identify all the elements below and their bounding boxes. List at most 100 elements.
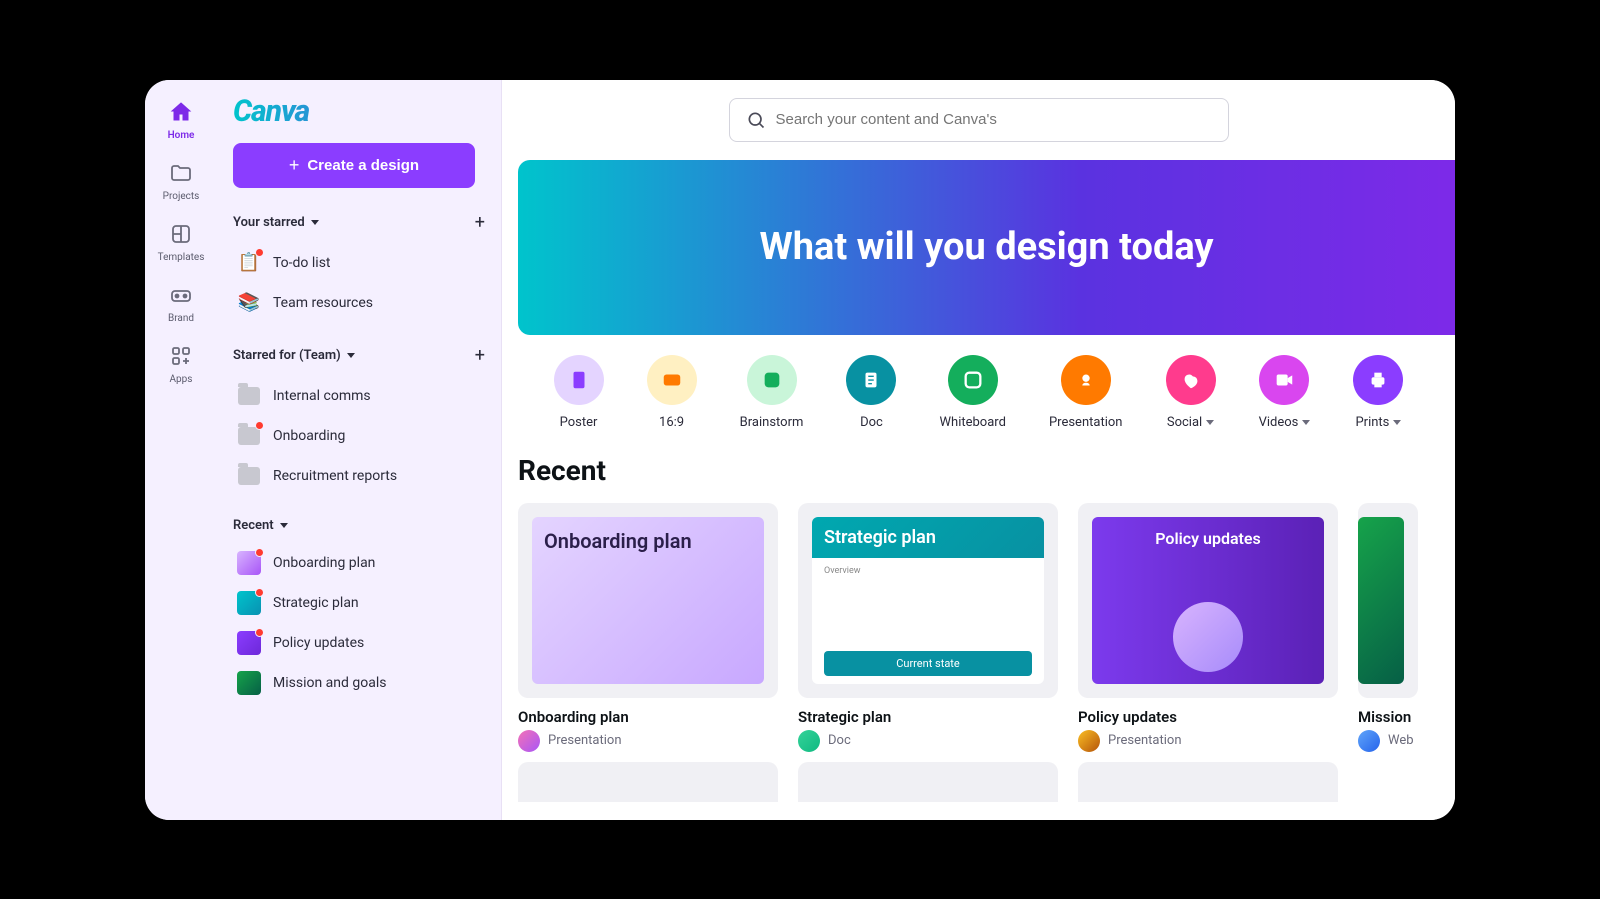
folder-recruitment[interactable]: Recruitment reports <box>233 456 485 496</box>
poster-icon <box>554 355 604 405</box>
card-onboarding-plan[interactable]: Onboarding plan Onboarding plan Presenta… <box>518 503 778 752</box>
app-frame: Home Projects Templates Brand Apps <box>145 80 1455 820</box>
create-label: Create a design <box>307 157 419 174</box>
cat-brainstorm[interactable]: Brainstorm <box>740 355 804 430</box>
search-icon <box>746 110 766 130</box>
rail-label: Apps <box>170 374 193 385</box>
card-policy-updates[interactable]: Policy updates Policy updates Presentati… <box>1078 503 1338 752</box>
card-thumb <box>1358 503 1418 698</box>
card-title: Mission <box>1358 708 1418 726</box>
cat-whiteboard[interactable]: Whiteboard <box>940 355 1006 430</box>
add-icon[interactable]: + <box>475 212 485 233</box>
cat-presentation[interactable]: Presentation <box>1049 355 1123 430</box>
card-placeholder[interactable] <box>798 762 1058 802</box>
search-input[interactable] <box>776 111 1212 128</box>
cat-label: Videos <box>1259 415 1311 430</box>
card-type: Web <box>1388 733 1414 748</box>
cat-poster[interactable]: Poster <box>554 355 604 430</box>
ratio-icon <box>647 355 697 405</box>
photo-placeholder <box>1173 602 1243 672</box>
rail-projects[interactable]: Projects <box>145 159 217 202</box>
item-label: Internal comms <box>273 388 371 404</box>
card-strategic-plan[interactable]: Strategic plan Overview Current state St… <box>798 503 1058 752</box>
recent-onboarding-plan[interactable]: Onboarding plan <box>233 543 485 583</box>
starred-item-todo[interactable]: 📋 To-do list <box>233 243 485 283</box>
books-icon: 📚 <box>237 291 261 315</box>
rail-home[interactable]: Home <box>145 98 217 141</box>
print-icon <box>1353 355 1403 405</box>
folder-icon <box>237 384 261 408</box>
layout-icon <box>167 220 195 248</box>
section-title: Your starred <box>233 215 305 230</box>
recent-strategic-plan[interactable]: Strategic plan <box>233 583 485 623</box>
cat-16-9[interactable]: 16:9 <box>647 355 697 430</box>
card-thumb: Strategic plan Overview Current state <box>798 503 1058 698</box>
video-icon <box>1259 355 1309 405</box>
chevron-down-icon <box>280 523 288 528</box>
cat-videos[interactable]: Videos <box>1259 355 1311 430</box>
next-row <box>502 752 1455 802</box>
cat-prints[interactable]: Prints <box>1353 355 1403 430</box>
section-recent[interactable]: Recent <box>233 518 485 533</box>
card-meta: Web <box>1358 730 1418 752</box>
design-thumb <box>237 671 261 695</box>
card-title: Onboarding plan <box>518 708 778 726</box>
section-starred-team[interactable]: Starred for (Team) + <box>233 345 485 366</box>
section-your-starred[interactable]: Your starred + <box>233 212 485 233</box>
folder-internal-comms[interactable]: Internal comms <box>233 376 485 416</box>
hero-text: What will you design today <box>759 225 1213 269</box>
cat-label: Whiteboard <box>940 415 1006 430</box>
card-title: Strategic plan <box>798 708 1058 726</box>
social-icon <box>1166 355 1216 405</box>
card-placeholder[interactable] <box>518 762 778 802</box>
folder-icon <box>237 424 261 448</box>
chevron-down-icon <box>347 353 355 358</box>
brainstorm-icon <box>747 355 797 405</box>
starred-team-list: Internal comms Onboarding Recruitment re… <box>233 376 485 496</box>
create-design-button[interactable]: + Create a design <box>233 143 475 188</box>
section-title: Recent <box>233 518 274 533</box>
cat-doc[interactable]: Doc <box>846 355 896 430</box>
canva-logo: Canva <box>233 94 485 129</box>
item-label: Team resources <box>273 295 373 311</box>
card-mission[interactable]: Mission Web <box>1358 503 1418 752</box>
folder-icon <box>237 464 261 488</box>
starred-item-team-resources[interactable]: 📚 Team resources <box>233 283 485 323</box>
cat-label: 16:9 <box>659 415 684 430</box>
doc-icon <box>846 355 896 405</box>
cat-label: Brainstorm <box>740 415 804 430</box>
rail-apps[interactable]: Apps <box>145 342 217 385</box>
folder-icon <box>167 159 195 187</box>
card-meta: Presentation <box>1078 730 1338 752</box>
avatar <box>1358 730 1380 752</box>
item-label: Policy updates <box>273 635 364 651</box>
starred-list: 📋 To-do list 📚 Team resources <box>233 243 485 323</box>
cat-social[interactable]: Social <box>1166 355 1216 430</box>
recent-policy-updates[interactable]: Policy updates <box>233 623 485 663</box>
cat-label: Doc <box>860 415 883 430</box>
sidebar: Canva + Create a design Your starred + 📋… <box>217 80 502 820</box>
cat-label: Prints <box>1355 415 1401 430</box>
rail-label: Brand <box>168 313 194 324</box>
plus-icon: + <box>289 155 300 176</box>
search-bar[interactable] <box>729 98 1229 142</box>
add-icon[interactable]: + <box>475 345 485 366</box>
search-wrap <box>502 98 1455 142</box>
presentation-icon <box>1061 355 1111 405</box>
card-placeholder[interactable] <box>1078 762 1338 802</box>
category-row: Poster 16:9 Brainstorm Doc <box>502 355 1455 430</box>
brand-icon <box>167 281 195 309</box>
cat-label: Poster <box>560 415 598 430</box>
chevron-down-icon <box>1206 420 1214 425</box>
recent-mission-goals[interactable]: Mission and goals <box>233 663 485 703</box>
card-type: Presentation <box>548 733 622 748</box>
card-meta: Doc <box>798 730 1058 752</box>
rail-brand[interactable]: Brand <box>145 281 217 324</box>
nav-rail: Home Projects Templates Brand Apps <box>145 80 217 820</box>
design-thumb <box>237 591 261 615</box>
cat-label: Social <box>1167 415 1214 430</box>
chevron-down-icon <box>311 220 319 225</box>
rail-templates[interactable]: Templates <box>145 220 217 263</box>
chevron-down-icon <box>1302 420 1310 425</box>
folder-onboarding[interactable]: Onboarding <box>233 416 485 456</box>
